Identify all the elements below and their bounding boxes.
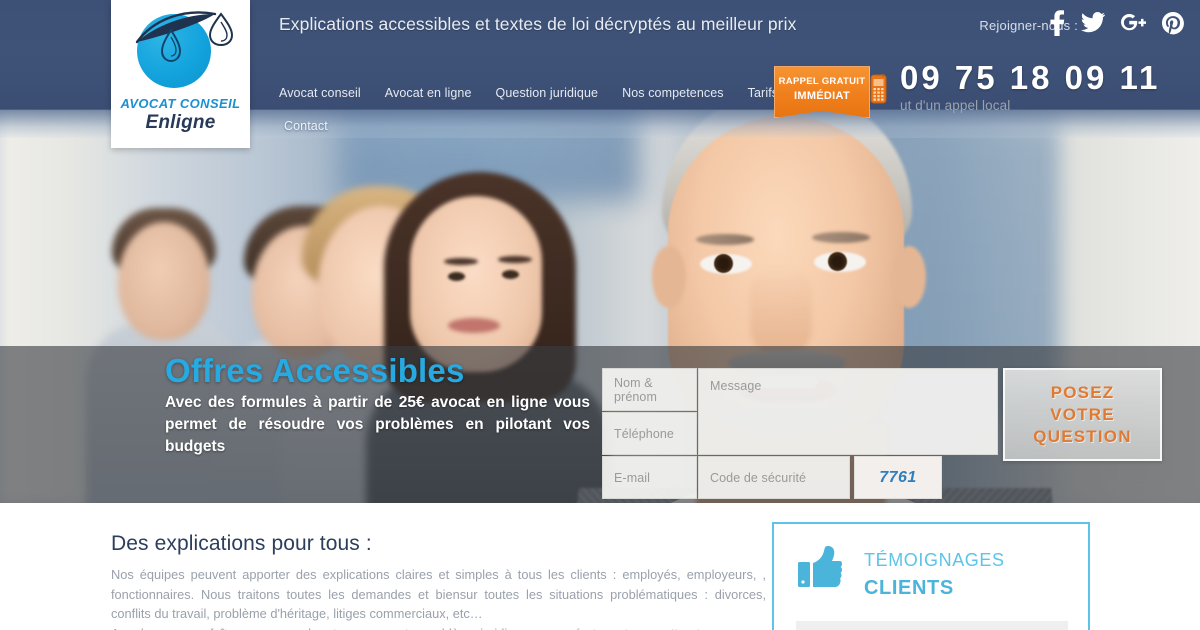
security-code-input[interactable]: Code de sécurité	[698, 456, 850, 499]
facebook-icon[interactable]	[1048, 10, 1065, 36]
person-1-face	[118, 222, 210, 340]
social-links	[1048, 10, 1184, 36]
water-drop-pen-icon	[135, 11, 234, 63]
nav-item-avocat-en-ligne[interactable]: Avocat en ligne	[385, 86, 472, 100]
nav-item-question-juridique[interactable]: Question juridique	[496, 86, 599, 100]
person-4-brow-left	[444, 258, 478, 265]
nav-item-avocat-conseil[interactable]: Avocat conseil	[279, 86, 361, 100]
person-4-brow-right	[498, 256, 532, 263]
paragraph-2: Appelez nous ou faîtes vous rappeler et …	[111, 624, 766, 630]
person-4-lips	[448, 318, 500, 333]
phone-block: 09 75 18 09 11 ut d'un appel local	[870, 60, 1190, 113]
nav-item-contact[interactable]: Contact	[284, 119, 328, 133]
testimonials-title-line-1: TÉMOIGNAGES	[864, 550, 1005, 570]
testimonial-placeholder-bar	[796, 621, 1068, 630]
paragraph-1: Nos équipes peuvent apporter des explica…	[111, 567, 766, 621]
cta-line-3: QUESTION	[1033, 426, 1132, 446]
man-ear-right	[892, 246, 926, 308]
logo-text-line-2: Enligne	[145, 112, 216, 133]
message-textarea[interactable]: Message	[698, 368, 998, 455]
mobile-phone-icon	[870, 71, 887, 104]
free-callback-badge[interactable]: RAPPEL GRATUIT IMMÉDIAT	[774, 66, 870, 118]
google-plus-icon[interactable]	[1121, 10, 1146, 36]
name-input[interactable]: Nom & prénom	[602, 368, 697, 411]
phone-note: ut d'un appel local	[900, 98, 1011, 113]
section-body: Nos équipes peuvent apporter des explica…	[111, 565, 766, 630]
testimonials-panel: TÉMOIGNAGES CLIENTS	[772, 522, 1090, 630]
callback-line-2: IMMÉDIAT	[794, 90, 850, 102]
person-4-eye-left	[448, 272, 465, 281]
site-logo[interactable]: AVOCAT CONSEIL Enligne	[111, 0, 250, 148]
ask-question-button[interactable]: POSEZ VOTRE QUESTION	[1003, 368, 1162, 461]
cta-line-1: POSEZ	[1050, 382, 1115, 402]
phone-number[interactable]: 09 75 18 09 11	[900, 60, 1190, 96]
twitter-icon[interactable]	[1081, 10, 1105, 36]
man-nose	[750, 266, 812, 358]
thumbs-up-icon	[798, 546, 842, 587]
man-iris-left	[714, 254, 733, 273]
phone-input[interactable]: Téléphone	[602, 412, 697, 455]
testimonials-title-line-2: CLIENTS	[864, 577, 954, 599]
nav-secondary: Contact	[284, 117, 328, 135]
man-ear-left	[652, 246, 686, 308]
logo-mark	[111, 0, 250, 96]
section-title: Des explications pour tous :	[111, 532, 372, 555]
email-input[interactable]: E-mail	[602, 456, 697, 499]
captcha-image: 7761	[854, 456, 942, 499]
logo-text-line-1: AVOCAT CONSEIL	[120, 96, 241, 111]
pinterest-icon[interactable]	[1162, 10, 1184, 36]
callback-line-1: RAPPEL GRATUIT	[778, 76, 866, 87]
person-4-eye-right	[502, 270, 519, 279]
man-brow-left	[696, 234, 754, 245]
cta-line-2: VOTRE	[1050, 404, 1115, 424]
man-iris-right	[828, 252, 847, 271]
header-tagline: Explications accessibles et textes de lo…	[279, 14, 797, 34]
man-brow-right	[812, 232, 870, 243]
hero-title: Offres Accessibles	[165, 352, 465, 389]
page-root: Offres Accessibles Avec des formules à p…	[0, 0, 1200, 630]
nav-item-nos-competences[interactable]: Nos competences	[622, 86, 724, 100]
main-nav: Avocat conseil Avocat en ligne Question …	[279, 86, 819, 100]
hero-subtitle: Avec des formules à partir de 25€ avocat…	[165, 394, 590, 455]
